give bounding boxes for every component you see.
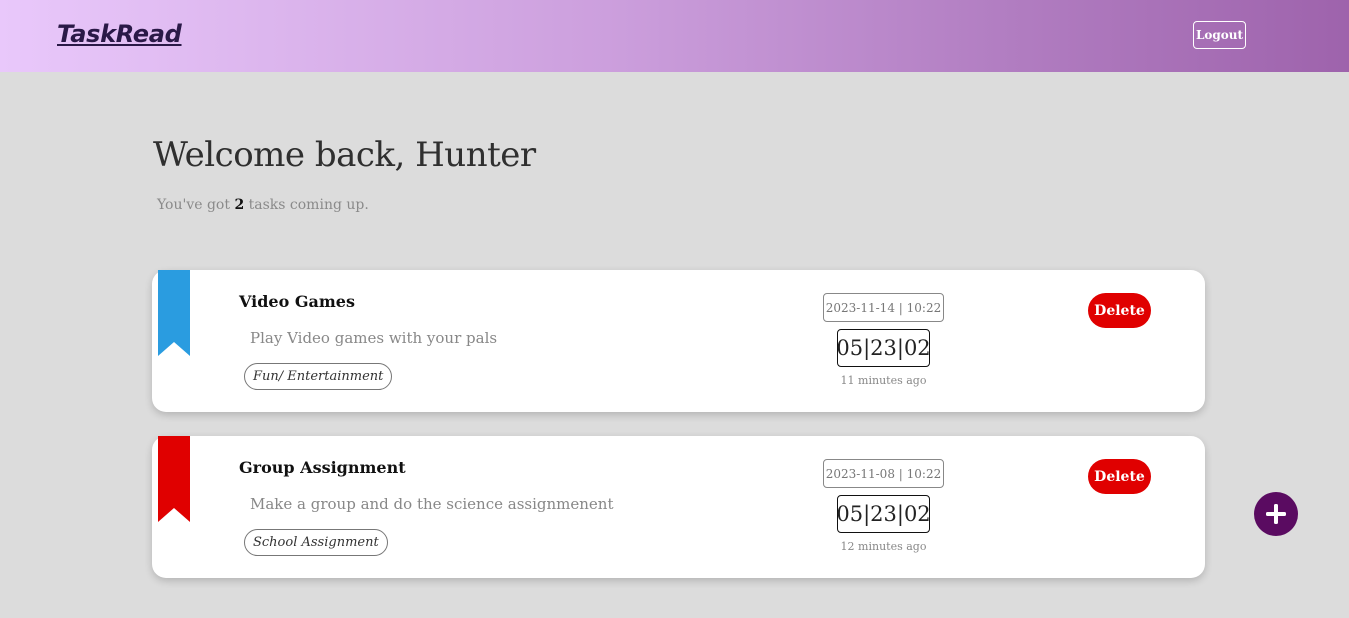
bookmark-ribbon-icon: [158, 270, 190, 356]
add-task-button[interactable]: [1254, 492, 1298, 536]
task-card: Group Assignment Make a group and do the…: [152, 436, 1205, 578]
task-category-tag: Fun/ Entertainment: [244, 363, 393, 390]
task-due-date: 2023-11-14 | 10:22: [823, 293, 944, 322]
task-description: Play Video games with your pals: [250, 329, 498, 347]
task-created-time: 12 minutes ago: [840, 540, 927, 553]
task-summary: You've got 2 tasks coming up.: [157, 197, 369, 213]
task-title: Group Assignment: [239, 458, 406, 477]
bookmark-ribbon-icon: [158, 436, 190, 522]
task-category-tag: School Assignment: [244, 529, 388, 556]
task-countdown: 05|23|02: [836, 329, 931, 367]
task-countdown: 05|23|02: [836, 495, 931, 533]
summary-suffix: tasks coming up.: [248, 197, 369, 213]
welcome-heading: Welcome back, Hunter: [153, 135, 536, 175]
task-created-time: 11 minutes ago: [840, 374, 927, 387]
top-navbar: TaskRead Logout: [0, 0, 1349, 72]
task-count: 2: [234, 197, 245, 213]
delete-task-button[interactable]: Delete: [1088, 293, 1151, 328]
task-title: Video Games: [239, 292, 355, 311]
delete-task-button[interactable]: Delete: [1088, 459, 1151, 494]
task-description: Make a group and do the science assignme…: [250, 495, 614, 513]
logout-button[interactable]: Logout: [1193, 21, 1246, 49]
task-due-date: 2023-11-08 | 10:22: [823, 459, 944, 488]
task-card: Video Games Play Video games with your p…: [152, 270, 1205, 412]
brand-logo[interactable]: TaskRead: [57, 20, 182, 48]
summary-prefix: You've got: [157, 197, 230, 213]
plus-icon: [1266, 504, 1286, 524]
